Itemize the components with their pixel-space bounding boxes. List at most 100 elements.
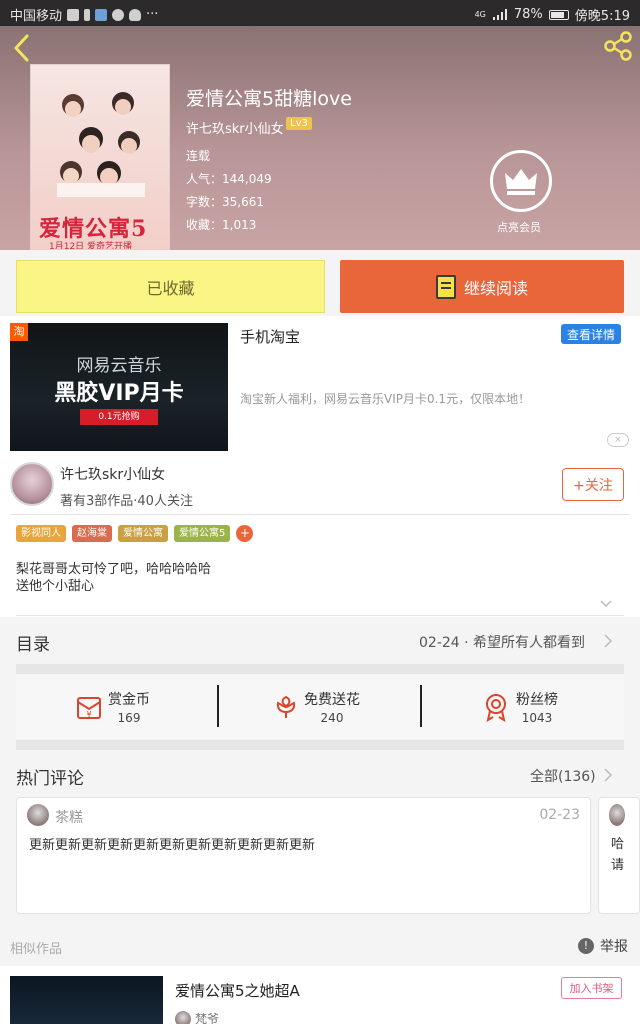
carrier-label: 中国移动 [10, 9, 63, 24]
tag-item[interactable]: 赵海棠 [72, 525, 112, 542]
comment-date: 02-23 [539, 807, 580, 823]
more-notifications-icon: ··· [146, 7, 159, 22]
divider [16, 615, 624, 616]
hot-comments-title: 热门评论 [16, 769, 84, 789]
similar-author-avatar [175, 1010, 191, 1024]
section-separator [16, 740, 624, 750]
book-title: 爱情公寓5甜糖love [186, 88, 352, 110]
book-intro: 梨花哥哥太可怜了吧，哈哈哈哈哈 送他个小甜心 [16, 561, 211, 595]
flower-icon [276, 695, 296, 718]
crown-icon [505, 169, 537, 195]
ad-image-line2: 黑胶VIP月卡 [54, 381, 184, 406]
book-favorites: 收藏：1,013 [186, 218, 257, 232]
app-notification-icon [95, 8, 108, 21]
chevron-right-icon[interactable] [603, 633, 613, 649]
fan-ranking[interactable]: 粉丝榜 1043 [482, 675, 558, 739]
ad-image-line3: 0.1元抢购 [80, 409, 158, 425]
catalog-latest[interactable]: 02-24 · 希望所有人都看到 [419, 632, 585, 652]
tag-list: 影视同人 赵海棠 爱情公寓 爱情公寓5 + [16, 525, 254, 542]
cover-cast-illustration [57, 92, 145, 197]
warning-icon: ! [578, 938, 594, 954]
divider [217, 685, 219, 727]
medal-icon [486, 694, 506, 722]
battery-percent: 78% [513, 7, 543, 22]
comment-text: 更新更新更新更新更新更新更新更新更新更新更新 [29, 838, 316, 853]
red-envelope-icon: ¥ [77, 697, 101, 719]
author-name[interactable]: 许七玖skr小仙女 [60, 464, 165, 484]
divider [10, 514, 630, 515]
book-word-count: 字数：35,661 [186, 195, 264, 209]
cover-subtitle: 1月12日 爱奇艺开播 [49, 242, 133, 250]
book-status: 连载 [186, 149, 211, 163]
add-to-shelf-button[interactable]: 加入书架 [561, 977, 622, 999]
author-level-badge: Lv3 [286, 117, 312, 130]
add-tag-button[interactable]: + [236, 525, 254, 542]
reward-coins-label: 赏金币 [108, 692, 150, 708]
ad-title[interactable]: 手机淘宝 [240, 326, 300, 347]
battery-icon [548, 9, 569, 20]
commenter-avatar[interactable] [27, 804, 49, 826]
author-summary: 著有3部作品·40人关注 [60, 494, 193, 509]
tag-item[interactable]: 爱情公寓5 [174, 525, 231, 542]
follow-button[interactable]: +关注 [562, 468, 624, 501]
intro-line: 送他个小甜心 [16, 579, 95, 594]
comment-card[interactable]: 哈 请 [598, 797, 640, 914]
divider [420, 685, 422, 727]
commenter-name[interactable]: 茶糕 [55, 807, 83, 827]
ad-description: 淘宝新人福利，网易云音乐VIP月卡0.1元，仅限本地！ [240, 392, 531, 406]
qq-icon [129, 8, 142, 21]
collected-label: 已收藏 [146, 278, 195, 298]
app-notification-icon [84, 8, 91, 21]
reward-coins[interactable]: ¥ 赏金币 169 [74, 675, 150, 739]
svg-text:¥: ¥ [86, 710, 91, 719]
share-icon[interactable] [602, 30, 634, 62]
report-button[interactable]: ! 举报 [578, 936, 628, 956]
ad-image[interactable]: 淘 网易云音乐 黑胶VIP月卡 0.1元抢购 [10, 323, 228, 451]
comment-text-peek: 哈 [611, 837, 625, 852]
fan-ranking-label: 粉丝榜 [516, 692, 558, 708]
similar-work-author[interactable]: 梵爷 [175, 1010, 219, 1024]
similar-works-title: 相似作品 [10, 942, 63, 957]
taobao-badge: 淘 [10, 323, 28, 341]
back-icon[interactable] [10, 34, 34, 62]
app-notification-icon [67, 8, 80, 21]
similar-work-cover[interactable] [10, 976, 163, 1024]
expand-chevron-icon[interactable] [600, 598, 612, 610]
tag-item[interactable]: 影视同人 [16, 525, 66, 542]
ad-close-button[interactable]: × [607, 433, 629, 447]
chevron-right-icon[interactable] [603, 767, 613, 783]
signal-icon [492, 8, 507, 20]
ad-detail-button[interactable]: 查看详情 [561, 324, 621, 344]
send-flowers-value: 240 [320, 711, 344, 725]
catalog-title[interactable]: 目录 [16, 630, 50, 655]
stats-bar: ¥ 赏金币 169 免费送花 240 粉丝榜 1043 [16, 675, 624, 739]
book-author[interactable]: 许七玖skr小仙女 [186, 118, 284, 137]
send-flowers-label: 免费送花 [304, 692, 360, 708]
fan-ranking-value: 1043 [521, 711, 553, 725]
ad-detail-label: 查看详情 [566, 327, 615, 342]
vip-crown-button[interactable] [490, 150, 552, 212]
book-icon [435, 274, 456, 299]
comment-text-peek: 请 [611, 858, 625, 873]
report-label: 举报 [600, 939, 628, 955]
similar-author-name: 梵爷 [195, 1012, 220, 1024]
commenter-avatar[interactable] [609, 804, 625, 826]
book-cover[interactable]: 爱情公寓5 1月12日 爱奇艺开播 [30, 64, 170, 250]
reward-coins-value: 169 [117, 711, 141, 725]
section-separator [16, 664, 624, 674]
ad-image-line1: 网易云音乐 [76, 356, 162, 376]
comment-card[interactable]: 茶糕 02-23 更新更新更新更新更新更新更新更新更新更新更新 [16, 797, 591, 914]
collected-button[interactable]: 已收藏 [16, 260, 325, 313]
continue-reading-button[interactable]: 继续阅读 [340, 260, 624, 313]
clock: 傍晚5:19 [574, 9, 630, 24]
tag-item[interactable]: 爱情公寓 [118, 525, 168, 542]
wechat-icon [112, 8, 125, 21]
continue-reading-label: 继续阅读 [463, 278, 528, 298]
author-avatar[interactable] [10, 462, 54, 506]
book-popularity: 人气：144,049 [186, 172, 272, 186]
intro-line: 梨花哥哥太可怜了吧，哈哈哈哈哈 [16, 562, 212, 577]
status-bar: 中国移动 ··· 4G 78% 傍晚5:19 [0, 0, 640, 26]
similar-work-title[interactable]: 爱情公寓5之她超A [175, 980, 300, 1001]
all-comments-link[interactable]: 全部(136) [530, 766, 596, 786]
send-flowers[interactable]: 免费送花 240 [272, 675, 360, 739]
